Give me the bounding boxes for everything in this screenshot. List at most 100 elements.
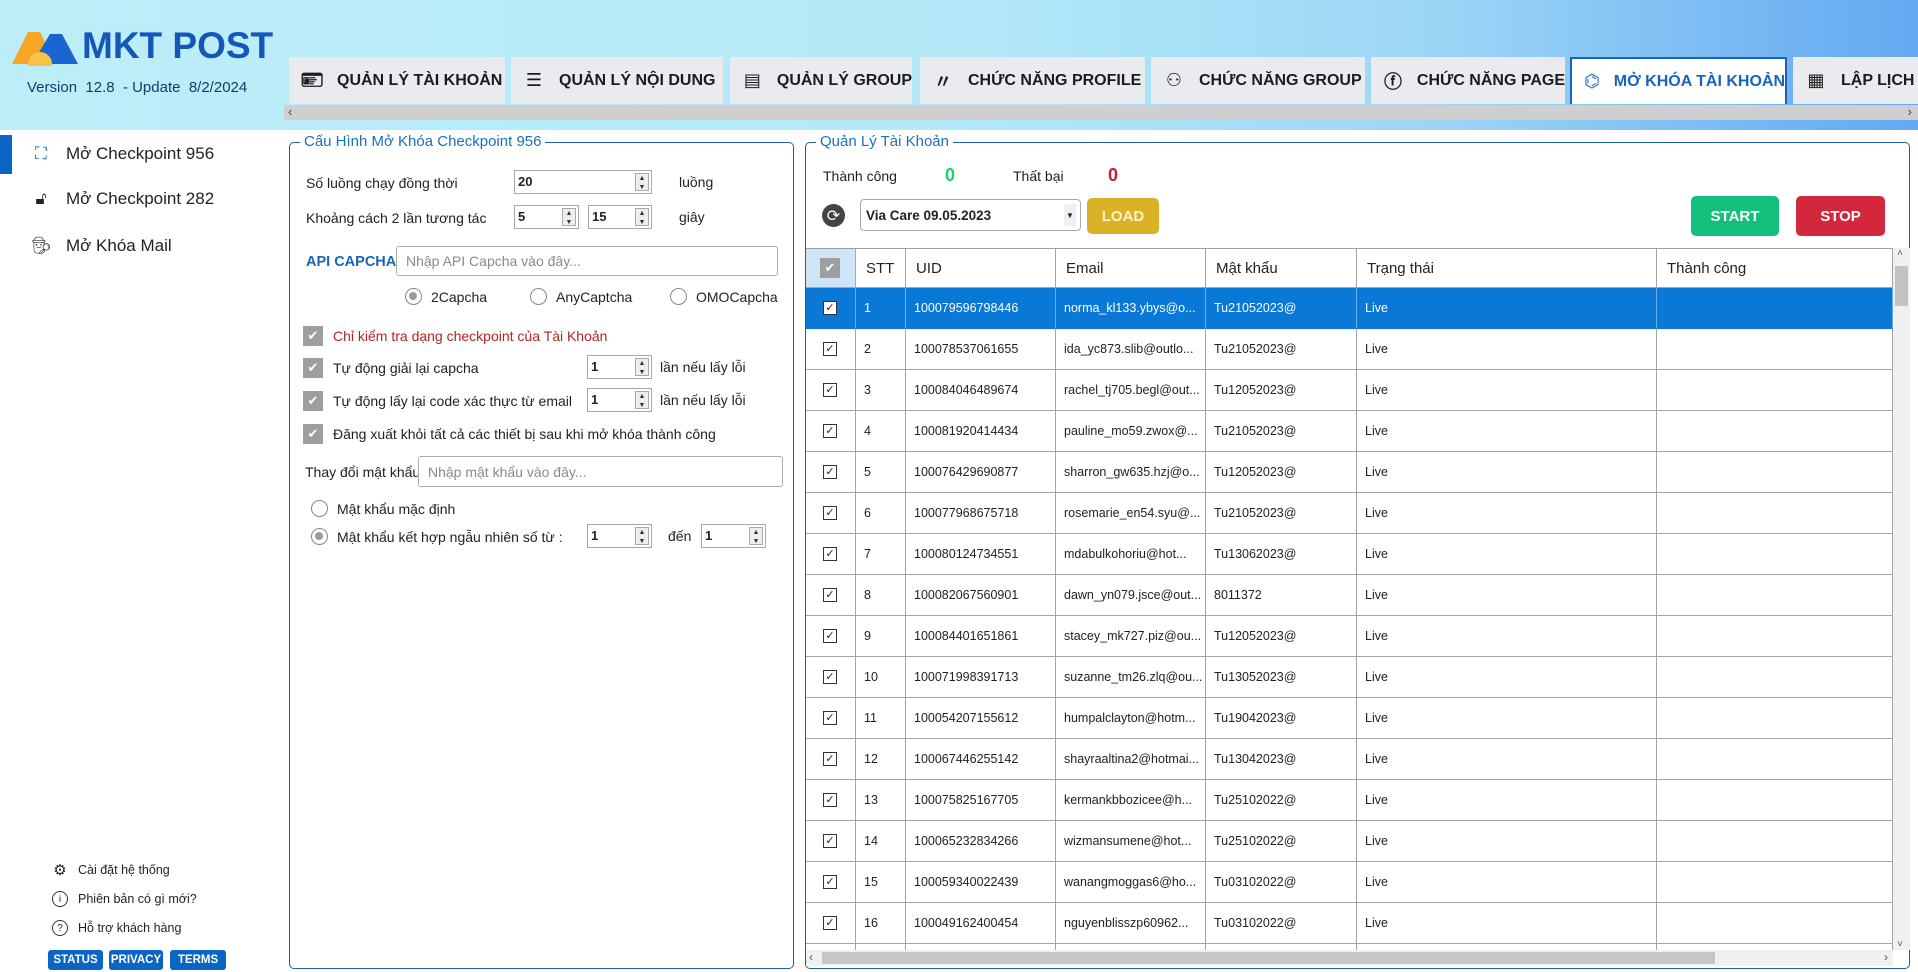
column-header[interactable]: UID — [906, 249, 1056, 288]
whats-new-link[interactable]: i Phiên bản có gì mới? — [52, 891, 197, 907]
table-cell: 1 — [856, 288, 906, 329]
logout-all-checkbox[interactable]: ✔ Đăng xuất khỏi tất cả các thiết bị sau … — [303, 424, 716, 444]
checkbox-checked-icon: ✓ — [823, 383, 837, 397]
retry-code-checkbox[interactable]: ✔ Tự động lấy lại code xác thực từ email — [303, 391, 572, 411]
table-cell — [1657, 534, 1893, 575]
row-checkbox[interactable]: ✓ — [806, 288, 856, 329]
facebook-icon: ⓕ — [1383, 71, 1402, 92]
scroll-left-icon[interactable]: ‹ — [288, 104, 292, 119]
sidebar-item-label: Mở Khóa Mail — [66, 236, 172, 255]
delay-min-stepper[interactable]: 5 ▲ ▼ — [514, 205, 579, 229]
delay-max-stepper[interactable]: 15 ▲ ▼ — [588, 205, 652, 229]
retry-code-stepper[interactable]: 1 ▲ ▼ — [587, 388, 652, 412]
help-icon: ? — [52, 920, 68, 936]
captcha-anycaptcha-radio[interactable]: AnyCaptcha — [530, 288, 632, 305]
column-header[interactable]: STT — [856, 249, 906, 288]
tab-label: CHỨC NĂNG PROFILE — [968, 71, 1142, 89]
sidebar-item-checkpoint-282[interactable]: 🔓︎ Mở Checkpoint 282 — [30, 184, 214, 214]
tab-scrollbar[interactable]: ‹ › — [284, 104, 1918, 120]
row-checkbox[interactable]: ✓ — [806, 903, 856, 944]
check-only-checkbox[interactable]: ✔ Chỉ kiểm tra dạng checkpoint của Tài Kh… — [303, 326, 607, 346]
change-password-input[interactable]: Nhập mật khẩu vào đây... — [418, 456, 783, 487]
column-header[interactable]: Thành công — [1657, 249, 1893, 288]
table-vertical-scrollbar[interactable]: ˄ ˅ — [1893, 248, 1910, 950]
table-cell: 100077968675718 — [906, 493, 1056, 534]
system-settings-link[interactable]: ⚙ Cài đặt hệ thống — [52, 862, 169, 879]
table-cell: 100065232834266 — [906, 821, 1056, 862]
password-default-radio[interactable]: Mật khẩu mặc định — [311, 500, 455, 517]
row-checkbox[interactable]: ✓ — [806, 739, 856, 780]
threads-stepper[interactable]: 20 ▲ ▼ — [514, 170, 652, 194]
table-cell: Live — [1357, 575, 1657, 616]
retry-captcha-checkbox[interactable]: ✔ Tự động giải lại capcha — [303, 358, 479, 378]
checkbox-checked-icon: ✓ — [823, 588, 837, 602]
tab-lập-lịch[interactable]: ▦ LẬP LỊCH — [1793, 57, 1918, 104]
password-random-to-stepper[interactable]: 1 ▲ ▼ — [701, 524, 766, 548]
success-count: 0 — [945, 165, 956, 185]
stop-button[interactable]: STOP — [1796, 196, 1885, 236]
column-header[interactable]: Email — [1056, 249, 1206, 288]
captcha-omocapcha-radio[interactable]: OMOCapcha — [670, 288, 778, 305]
status-button[interactable]: STATUS — [48, 950, 103, 970]
table-cell: 3 — [856, 370, 906, 411]
refresh-icon[interactable]: ⟳ — [822, 204, 845, 227]
table-cell: Live — [1357, 370, 1657, 411]
checkbox-checked-icon: ✓ — [823, 506, 837, 520]
sidebar-item-unlock-mail[interactable]: 🕵︎ Mở Khóa Mail — [30, 231, 172, 261]
row-checkbox[interactable]: ✓ — [806, 698, 856, 739]
row-checkbox[interactable]: ✓ — [806, 493, 856, 534]
captcha-2capcha-radio[interactable]: 2Capcha — [405, 288, 487, 305]
password-random-from-stepper[interactable]: 1 ▲ ▼ — [587, 524, 652, 548]
customer-support-link[interactable]: ? Hỗ trợ khách hàng — [52, 920, 181, 936]
tab-chức-năng-page[interactable]: ⓕ CHỨC NĂNG PAGE — [1371, 57, 1565, 104]
row-checkbox[interactable]: ✓ — [806, 534, 856, 575]
row-checkbox[interactable]: ✓ — [806, 657, 856, 698]
table-cell: Tu21052023@ — [1206, 493, 1357, 534]
password-random-radio[interactable]: Mật khẩu kết hợp ngẫu nhiên số từ : — [311, 528, 563, 545]
app-logo: MKT POST — [10, 25, 273, 66]
row-checkbox[interactable]: ✓ — [806, 329, 856, 370]
retry-captcha-suffix: lần nếu lấy lỗi — [660, 359, 746, 375]
start-button[interactable]: START — [1691, 196, 1779, 236]
row-checkbox[interactable]: ✓ — [806, 780, 856, 821]
file-select-dropdown[interactable]: Via Care 09.05.2023 ▼ — [860, 199, 1081, 231]
column-header[interactable]: Trạng thái — [1357, 249, 1657, 288]
column-header[interactable]: Mật khẩu — [1206, 249, 1357, 288]
tab-mở-khóa-tài-khoản[interactable]: ⌬ MỞ KHÓA TÀI KHOẢN — [1570, 57, 1787, 104]
table-cell: 12 — [856, 739, 906, 780]
table-cell: wanangmoggas6@ho... — [1056, 862, 1206, 903]
row-checkbox[interactable]: ✓ — [806, 862, 856, 903]
api-captcha-input[interactable]: Nhập API Capcha vào đây... — [396, 246, 778, 276]
tab-quản-lý-group[interactable]: ▤ QUẢN LÝ GROUP — [730, 57, 912, 104]
tab-quản-lý-tài-khoản[interactable]: 🪪︎ QUẢN LÝ TÀI KHOẢN — [289, 57, 505, 104]
table-cell — [1657, 411, 1893, 452]
table-cell: 100084401651861 — [906, 616, 1056, 657]
delay-label: Khoảng cách 2 lần tương tác — [306, 210, 487, 226]
sidebar-item-checkpoint-956[interactable]: ⛶ Mở Checkpoint 956 — [30, 139, 214, 169]
row-checkbox[interactable]: ✓ — [806, 411, 856, 452]
row-checkbox[interactable]: ✓ — [806, 575, 856, 616]
row-checkbox[interactable]: ✓ — [806, 821, 856, 862]
table-cell: humpalclayton@hotm... — [1056, 698, 1206, 739]
table-cell: sharron_gw635.hzj@o... — [1056, 452, 1206, 493]
privacy-button[interactable]: PRIVACY — [109, 950, 163, 970]
table-horizontal-scrollbar[interactable]: ‹ › — [806, 950, 1893, 966]
table-cell: 16 — [856, 903, 906, 944]
row-checkbox[interactable]: ✓ — [806, 452, 856, 493]
row-checkbox[interactable]: ✓ — [806, 370, 856, 411]
load-button[interactable]: LOAD — [1087, 198, 1159, 234]
scroll-right-icon[interactable]: › — [1908, 104, 1912, 119]
row-checkbox[interactable]: ✓ — [806, 616, 856, 657]
table-cell: Live — [1357, 862, 1657, 903]
tab-quản-lý-nội-dung[interactable]: ☰ QUẢN LÝ NỘI DUNG — [511, 57, 723, 104]
retry-captcha-stepper[interactable]: 1 ▲ ▼ — [587, 355, 652, 379]
terms-button[interactable]: TERMS — [170, 950, 226, 970]
table-cell: dawn_yn079.jsce@out... — [1056, 575, 1206, 616]
footer-link-label: Hỗ trợ khách hàng — [78, 921, 182, 935]
select-all-checkbox[interactable]: ✔ — [806, 249, 856, 288]
scroll-down-icon: ˅ — [1897, 939, 1903, 950]
profile-icon: 〃 — [934, 71, 952, 92]
table-cell: 100054207155612 — [906, 698, 1056, 739]
tab-chức-năng-group[interactable]: ⚇ CHỨC NĂNG GROUP — [1151, 57, 1365, 104]
tab-chức-năng-profile[interactable]: 〃 CHỨC NĂNG PROFILE — [920, 57, 1145, 104]
